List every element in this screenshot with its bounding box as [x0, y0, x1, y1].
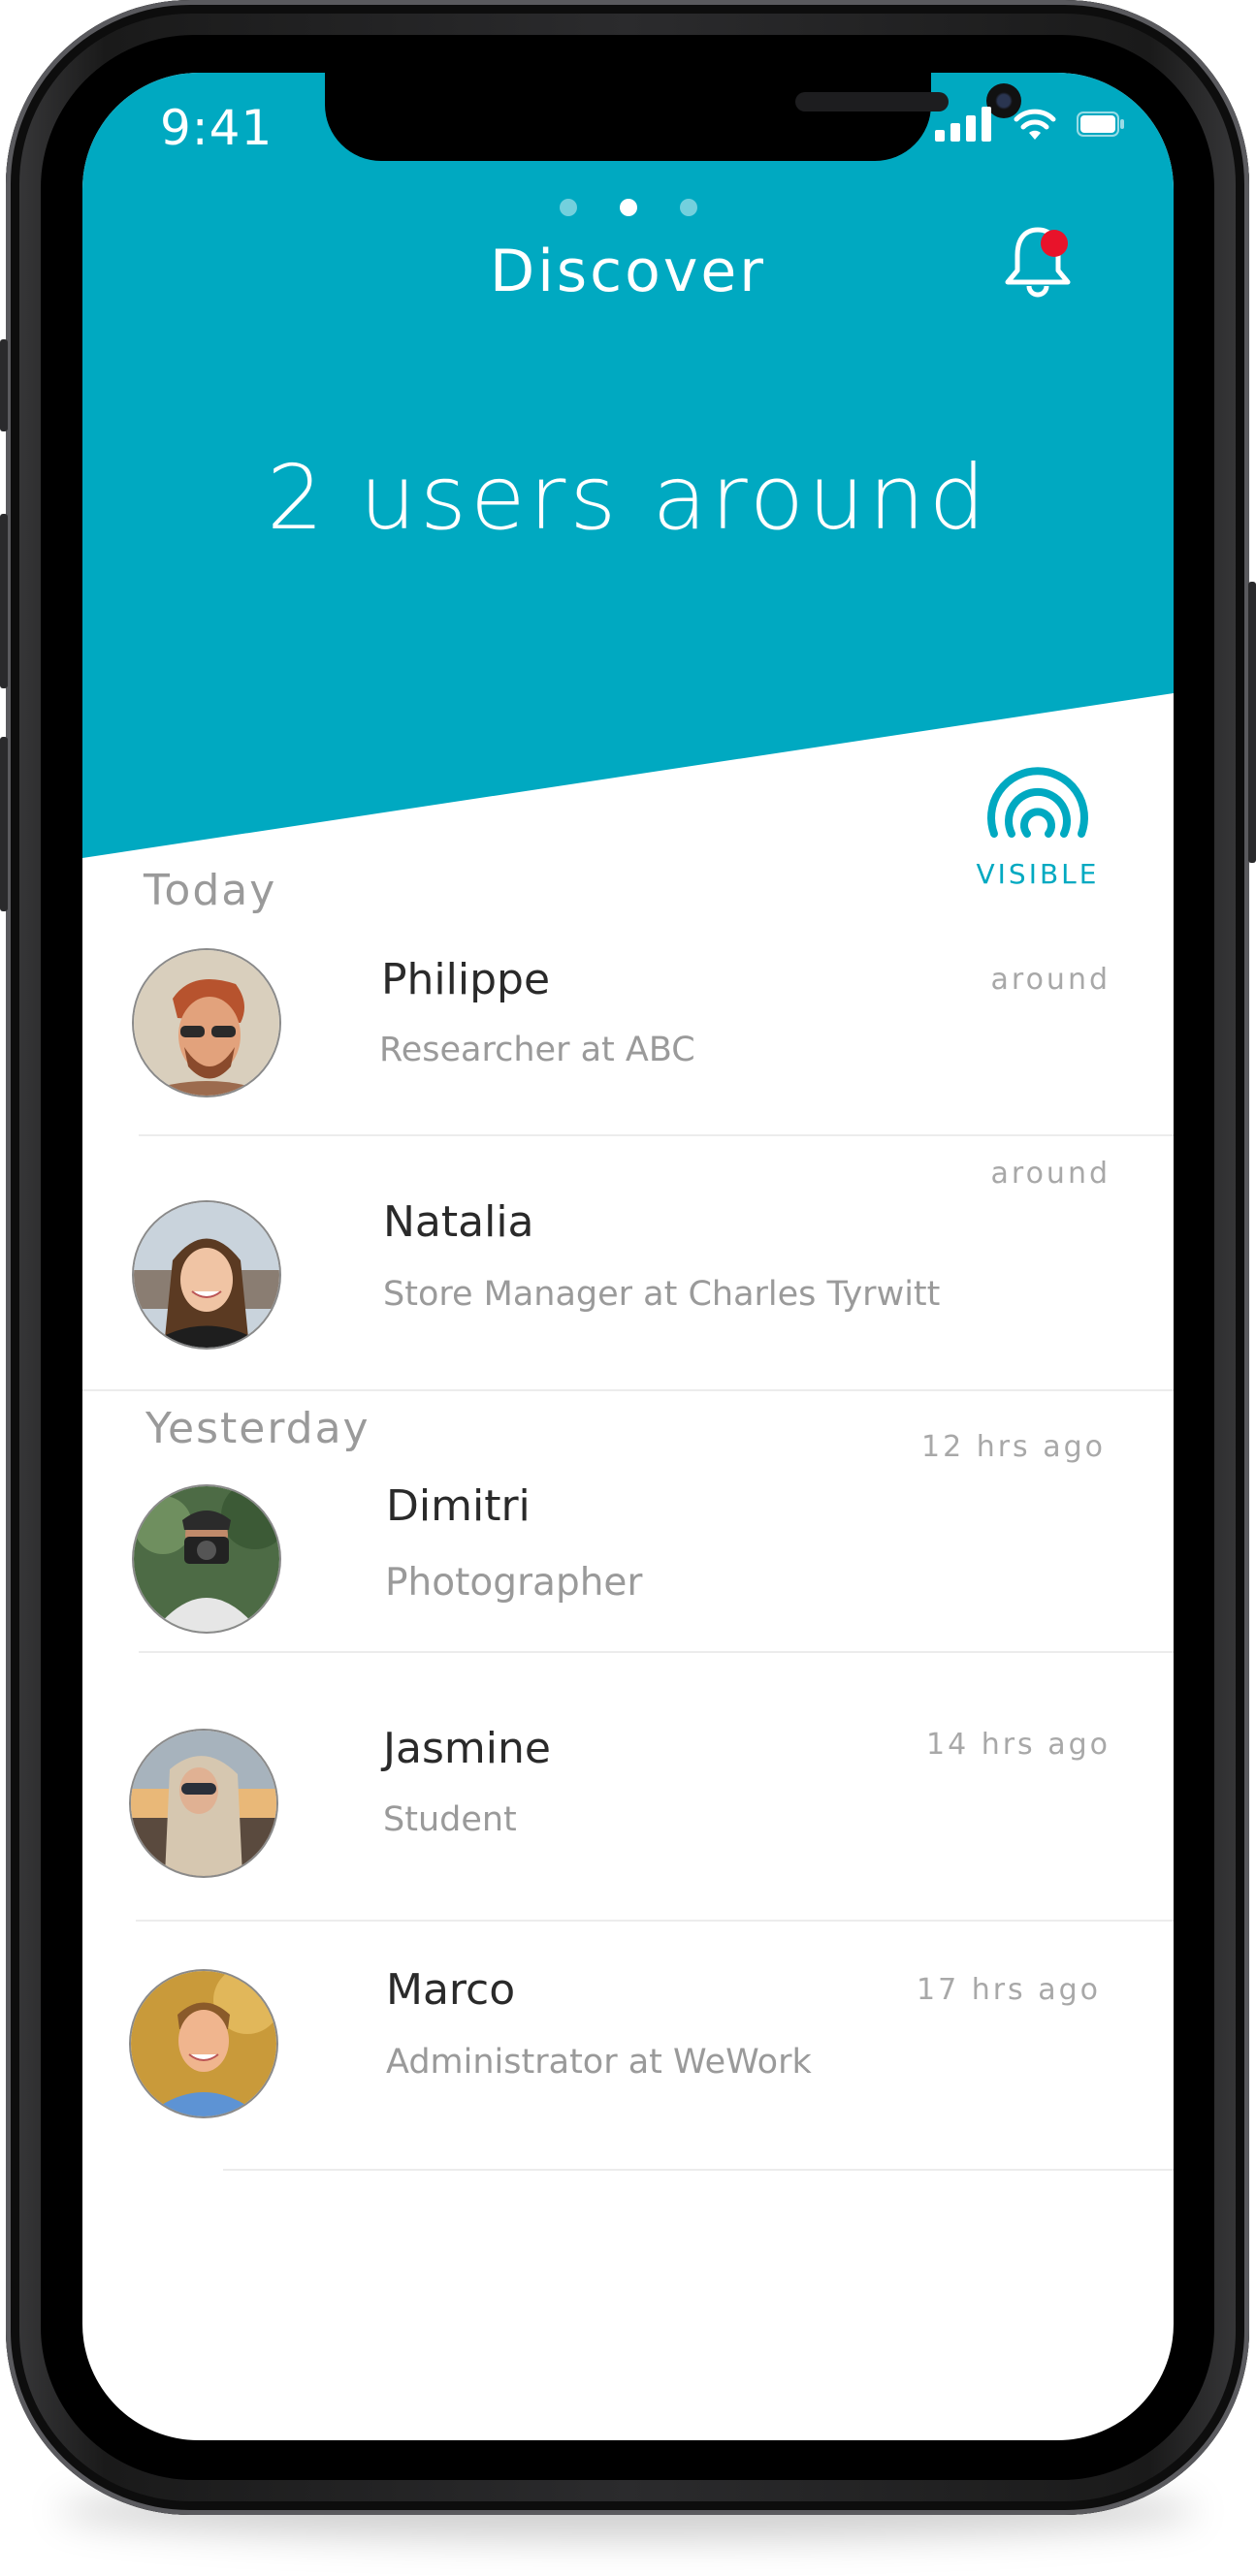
row-divider [223, 2169, 1174, 2171]
page-dot[interactable] [679, 199, 697, 216]
user-role: Administrator at WeWork [386, 2043, 812, 2082]
user-name: Marco [386, 1965, 516, 2015]
user-avatar[interactable] [131, 1971, 276, 2116]
man-with-camera-avatar-icon [134, 1486, 279, 1632]
volume-up-button [0, 514, 8, 688]
notification-dot [1041, 230, 1068, 257]
page-dot-active[interactable] [619, 199, 637, 216]
user-avatar[interactable] [134, 950, 279, 1096]
user-name: Jasmine [383, 1724, 551, 1773]
earpiece-speaker [795, 92, 949, 111]
user-role: Researcher at ABC [379, 1031, 695, 1069]
app-screen: 9:41 Discover 2 users around VISIBLE Tod… [82, 73, 1174, 2440]
row-divider [82, 1389, 1174, 1391]
row-divider [136, 1920, 1174, 1922]
users-around-headline: 2 users around [266, 446, 990, 550]
user-name: Philippe [381, 955, 551, 1004]
status-icons [935, 107, 1125, 142]
user-role: Store Manager at Charles Tyrwitt [383, 1275, 941, 1314]
battery-icon [1077, 111, 1124, 137]
user-role: Student [383, 1800, 517, 1839]
section-header-yesterday: Yesterday [145, 1404, 370, 1453]
page-dot[interactable] [559, 199, 577, 216]
visibility-toggle[interactable]: VISIBLE [975, 737, 1101, 890]
status-time: 9:41 [160, 100, 274, 156]
user-avatar[interactable] [131, 1731, 276, 1876]
row-divider [139, 1651, 1174, 1653]
silent-switch [0, 339, 8, 431]
user-avatar[interactable] [134, 1202, 279, 1348]
broadcast-visible-icon [987, 767, 1088, 838]
notification-bell-icon[interactable] [994, 218, 1081, 305]
cellular-signal-icon [935, 107, 991, 142]
user-last-seen: 12 hrs ago [920, 1430, 1106, 1464]
page-indicator[interactable] [82, 199, 1174, 216]
woman-sunset-avatar-icon [131, 1731, 276, 1876]
section-header-today: Today [144, 866, 277, 915]
visibility-label: VISIBLE [976, 858, 1100, 890]
user-avatar[interactable] [134, 1486, 279, 1632]
user-name: Natalia [383, 1197, 534, 1247]
user-name: Dimitri [386, 1481, 531, 1531]
smiling-man-avatar-icon [131, 1971, 276, 2116]
user-role: Photographer [385, 1561, 643, 1605]
user-last-seen: 17 hrs ago [916, 1973, 1101, 2007]
user-last-seen: around [990, 963, 1111, 997]
notch [325, 73, 1021, 161]
smiling-woman-avatar-icon [134, 1202, 279, 1348]
user-last-seen: 14 hrs ago [925, 1728, 1111, 1762]
bearded-man-sunglasses-avatar-icon [134, 950, 279, 1096]
power-button [1248, 582, 1256, 863]
row-divider [139, 1134, 1174, 1136]
volume-down-button [0, 737, 8, 911]
wifi-icon [1014, 109, 1056, 140]
user-last-seen: around [990, 1157, 1111, 1191]
